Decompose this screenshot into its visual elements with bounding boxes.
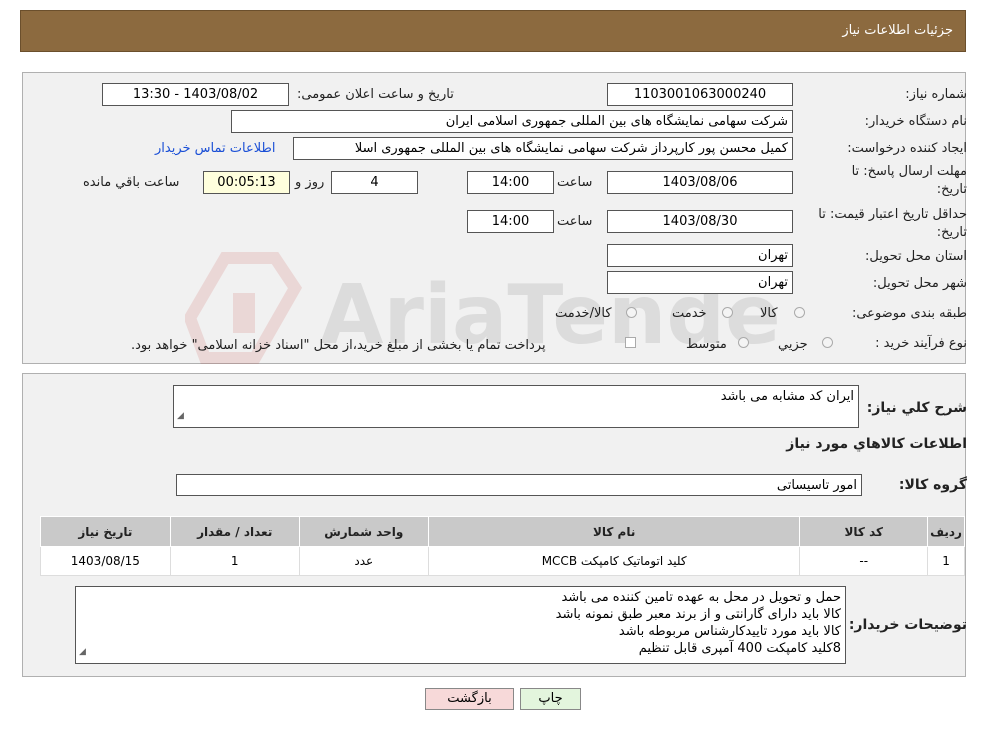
need-number-field: 1103001063000240 [607, 83, 793, 106]
category-label: طبقه بندی موضوعی: [851, 306, 967, 321]
announce-datetime-field: 1403/08/02 - 13:30 [102, 83, 289, 106]
col-header-name: نام کالا [427, 516, 801, 547]
col-header-unit: واحد شمارش [298, 516, 429, 547]
province-field: تهران [607, 244, 793, 267]
summary-label: شرح کلي نیاز: [866, 400, 967, 416]
days-label: روز و [295, 175, 325, 190]
treasury-payment-note: پرداخت تمام یا بخشی از مبلغ خرید،از محل … [131, 338, 546, 353]
col-header-code: کد کالا [799, 516, 929, 547]
summary-textarea[interactable]: ایران کد مشابه می باشد ◢ [173, 385, 859, 428]
buyer-contact-link[interactable]: اطلاعات تماس خریدار [155, 141, 275, 156]
page-header: جزئیات اطلاعات نیاز [20, 10, 966, 52]
need-number-label: شماره نیاز: [905, 87, 967, 102]
buyer-notes-textarea[interactable]: حمل و تحویل در محل به عهده تامین کننده م… [75, 586, 846, 664]
back-button[interactable]: بازگشت [425, 688, 514, 710]
validity-label: حداقل تاریخ اعتبار قیمت: تا [818, 207, 967, 222]
creator-label: ایجاد کننده درخواست: [847, 141, 967, 156]
province-label: استان محل تحویل: [865, 249, 967, 264]
process-radio-minor[interactable] [822, 337, 833, 348]
print-button[interactable]: چاپ [520, 688, 581, 710]
col-header-row-number: ردیف [927, 516, 965, 547]
cell-quantity: 1 [169, 546, 300, 576]
cell-name: کلید اتوماتیک کامپکت MCCB [427, 546, 801, 576]
city-label: شهر محل تحویل: [872, 276, 967, 291]
cell-code: -- [799, 546, 929, 576]
resize-handle-icon[interactable]: ◢ [177, 408, 184, 425]
validity-label-date: تاریخ: [936, 225, 967, 240]
category-option-both: کالا/خدمت [555, 306, 612, 321]
buyer-org-label: نام دستگاه خریدار: [864, 114, 967, 129]
cell-date: 1403/08/15 [40, 546, 171, 576]
category-radio-goods[interactable] [794, 307, 805, 318]
goods-table: ردیف کد کالا نام کالا واحد شمارش تعداد /… [40, 516, 965, 576]
buyer-org-field: شرکت سهامی نمایشگاه های بین المللی جمهور… [231, 110, 793, 133]
goods-group-field: امور تاسیساتی [176, 474, 862, 496]
category-option-service: خدمت [672, 306, 707, 321]
goods-group-label: گروه کالا: [898, 477, 967, 493]
process-option-minor: جزیي [778, 337, 808, 352]
deadline-label: مهلت ارسال پاسخ: تا [851, 164, 967, 179]
table-row[interactable]: 1 -- کلید اتوماتیک کامپکت MCCB عدد 1 140… [40, 546, 965, 576]
validity-time-label: ساعت [557, 214, 593, 229]
remaining-label: ساعت باقي مانده [83, 175, 180, 190]
goods-info-title: اطلاعات کالاهاي مورد نیاز [786, 436, 967, 452]
treasury-payment-checkbox[interactable] [625, 337, 636, 348]
buyer-notes-label: توضیحات خریدار: [848, 617, 967, 633]
buyer-note-line: کالا باید دارای گارانتی و از برند معبر ط… [555, 607, 841, 622]
cell-row-number: 1 [927, 546, 965, 576]
page-title: جزئیات اطلاعات نیاز [842, 23, 953, 38]
deadline-date-field: 1403/08/06 [607, 171, 793, 194]
cell-unit: عدد [298, 546, 429, 576]
countdown-timer: 00:05:13 [203, 171, 290, 194]
validity-time-field: 14:00 [467, 210, 554, 233]
announce-label: تاریخ و ساعت اعلان عمومی: [297, 87, 454, 102]
buyer-note-line: 8کلید کامپکت 400 آمپری قابل تنظیم [638, 641, 841, 656]
deadline-time-label: ساعت [557, 175, 593, 190]
process-label: نوع فرآیند خرید : [875, 336, 967, 351]
buyer-note-line: کالا باید مورد تاییدکارشناس مربوطه باشد [618, 624, 841, 639]
days-remaining-field: 4 [331, 171, 418, 194]
goods-table-header: ردیف کد کالا نام کالا واحد شمارش تعداد /… [40, 516, 965, 547]
process-option-medium: متوسط [686, 337, 727, 352]
category-option-goods: کالا [760, 306, 778, 321]
resize-handle-icon[interactable]: ◢ [79, 644, 86, 661]
category-radio-service[interactable] [722, 307, 733, 318]
process-radio-medium[interactable] [738, 337, 749, 348]
category-radio-both[interactable] [626, 307, 637, 318]
city-field: تهران [607, 271, 793, 294]
deadline-label-date: تاریخ: [936, 182, 967, 197]
buyer-note-line: حمل و تحویل در محل به عهده تامین کننده م… [561, 590, 841, 605]
col-header-quantity: تعداد / مقدار [169, 516, 300, 547]
deadline-time-field: 14:00 [467, 171, 554, 194]
creator-field: کمیل محسن پور کارپرداز شرکت سهامی نمایشگ… [293, 137, 793, 160]
col-header-date: تاریخ نیاز [40, 516, 171, 547]
validity-date-field: 1403/08/30 [607, 210, 793, 233]
summary-text: ایران کد مشابه می باشد [720, 389, 854, 404]
